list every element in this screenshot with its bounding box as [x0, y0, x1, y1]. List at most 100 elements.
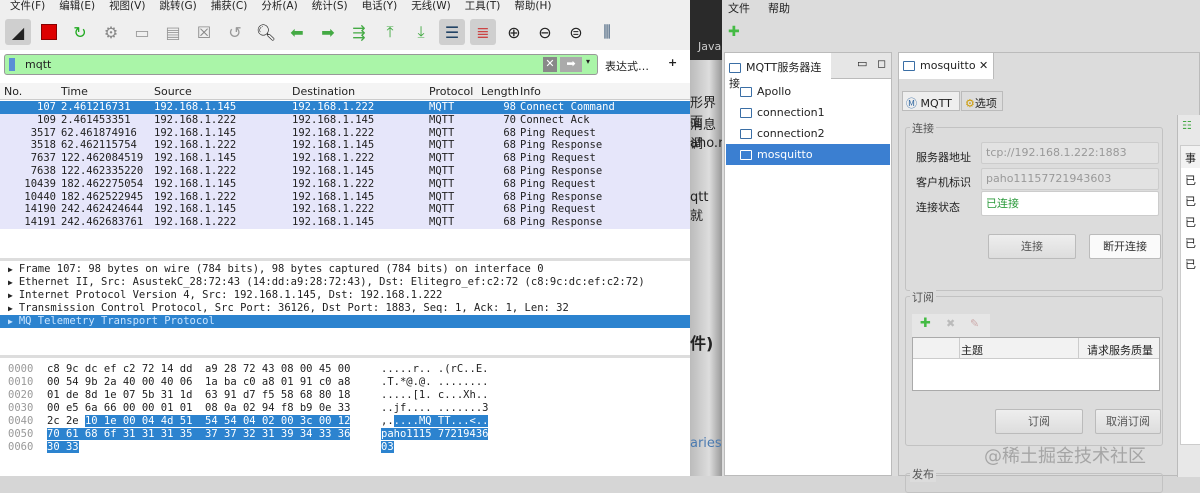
menu-item[interactable]: 无线(W): [411, 0, 451, 14]
packet-row[interactable]: 10439 182.462275054 192.168.1.145 192.168.1…: [0, 177, 690, 191]
detail-row[interactable]: ▶ Ethernet II, Src: AsustekC_28:72:43 (14…: [0, 276, 690, 289]
stop-capture-icon[interactable]: [36, 19, 62, 45]
hex-bytes[interactable]: 00 54 9b 2a 40 00 40 06 1a ba c0 a8 01 9…: [47, 376, 350, 389]
menu-item[interactable]: 编辑(E): [59, 0, 95, 14]
hex-bytes[interactable]: c8 9c dc ef c2 72 14 dd a9 28 72 43 08 0…: [47, 363, 350, 376]
column-header[interactable]: No.: [4, 85, 22, 98]
pane-splitter[interactable]: [0, 258, 690, 261]
autoscroll-icon[interactable]: ☰: [439, 19, 465, 45]
hex-bytes[interactable]: 70 61 68 6f 31 31 31 35 37 37 32 31 39 3…: [47, 428, 351, 441]
expand-arrow-icon[interactable]: ▶: [8, 291, 13, 300]
packet-row[interactable]: 107 2.461216731 192.168.1.145 192.168.1.222…: [0, 101, 690, 114]
connections-view-tab[interactable]: MQTT服务器连接: [725, 53, 831, 90]
connection-item[interactable]: connection2: [726, 123, 890, 144]
column-header[interactable]: Length: [481, 85, 519, 98]
packet-row[interactable]: 10440 182.462522945 192.168.1.222 192.168.1…: [0, 190, 690, 204]
expand-arrow-icon[interactable]: ▶: [8, 265, 13, 274]
disconnect-button[interactable]: 断开连接: [1089, 234, 1161, 259]
connection-item[interactable]: Apollo: [726, 81, 890, 102]
column-topic[interactable]: 主题: [961, 342, 983, 358]
go-to-packet-icon[interactable]: ⇶: [346, 19, 372, 45]
subscribe-button[interactable]: 订阅: [995, 409, 1083, 434]
remove-subscription-icon[interactable]: ✖: [946, 317, 955, 330]
column-header[interactable]: Destination: [292, 85, 355, 98]
expand-arrow-icon[interactable]: ▶: [8, 317, 13, 326]
go-forward-icon[interactable]: ➡: [315, 19, 341, 45]
first-packet-icon[interactable]: ⤒: [377, 19, 403, 45]
client-id-field[interactable]: paho11157721943603: [981, 168, 1159, 190]
filter-dropdown-icon[interactable]: ▾: [586, 57, 590, 66]
close-tab-icon[interactable]: ✕: [979, 59, 988, 72]
unsubscribe-button[interactable]: 取消订阅: [1095, 409, 1161, 434]
pane-splitter[interactable]: [0, 355, 690, 358]
hex-ascii[interactable]: .....[1. c...Xh..: [381, 389, 488, 402]
zoom-out-icon[interactable]: ⊖: [532, 19, 558, 45]
detail-row[interactable]: ▶ MQ Telemetry Transport Protocol: [0, 315, 690, 328]
reload-file-icon[interactable]: ↺: [222, 19, 248, 45]
subtab-options[interactable]: ⚙选项: [961, 91, 1003, 111]
menu-item[interactable]: 文件: [728, 0, 750, 16]
add-subscription-icon[interactable]: ✚: [920, 316, 931, 331]
column-header[interactable]: Info: [520, 85, 541, 98]
connection-item[interactable]: connection1: [726, 102, 890, 123]
packet-row[interactable]: 109 2.461453351 192.168.1.222 192.168.1.145…: [0, 113, 690, 127]
column-header[interactable]: Time: [61, 85, 88, 98]
clear-icon[interactable]: ✎: [970, 317, 979, 330]
colorize-icon[interactable]: ≣: [470, 19, 496, 45]
hex-bytes[interactable]: 00 e5 6a 66 00 00 01 01 08 0a 02 94 f8 b…: [47, 402, 350, 415]
column-qos[interactable]: 请求服务质量: [1087, 342, 1153, 358]
add-filter-button[interactable]: +: [668, 56, 677, 69]
hex-ascii[interactable]: .T.*@.@. ........: [381, 376, 488, 389]
menu-item[interactable]: 捕获(C): [211, 0, 248, 14]
side-header[interactable]: 事: [1181, 146, 1200, 168]
hex-ascii[interactable]: .....r.. .(rC..E.: [381, 363, 488, 376]
menu-item[interactable]: 分析(A): [261, 0, 297, 14]
minimize-icon[interactable]: ▭: [857, 57, 867, 70]
hex-ascii[interactable]: ,.....MQ TT...<..: [381, 415, 489, 428]
connect-button[interactable]: 连接: [988, 234, 1076, 259]
menu-item[interactable]: 电话(Y): [362, 0, 398, 14]
detail-row[interactable]: ▶ Internet Protocol Version 4, Src: 192.1…: [0, 289, 690, 302]
packet-row[interactable]: 7638 122.462335220 192.168.1.222 192.168.1.…: [0, 165, 690, 178]
clear-filter-icon[interactable]: ✕: [543, 57, 557, 72]
tab-mosquitto[interactable]: mosquitto ✕: [899, 53, 994, 79]
apply-filter-icon[interactable]: ➡: [560, 57, 582, 72]
expand-arrow-icon[interactable]: ▶: [8, 304, 13, 313]
packet-row[interactable]: 3517 62.461874916 192.168.1.145 192.168.1.2…: [0, 126, 690, 140]
menu-item[interactable]: 统计(S): [312, 0, 348, 14]
packet-row[interactable]: 14191 242.462683761 192.168.1.222 192.168.1…: [0, 216, 690, 229]
save-file-icon[interactable]: ▤: [160, 19, 186, 45]
hex-bytes[interactable]: 30 33: [47, 441, 79, 454]
column-header[interactable]: Source: [154, 85, 192, 98]
shark-fin-start-icon[interactable]: ◢: [5, 19, 31, 45]
maximize-icon[interactable]: ◻: [877, 57, 886, 70]
hex-bytes[interactable]: 01 de 8d 1e 07 5b 31 1d 63 91 d7 f5 58 6…: [47, 389, 350, 402]
column-header[interactable]: Protocol: [429, 85, 473, 98]
packet-row[interactable]: 3518 62.462115754 192.168.1.222 192.168.1.1…: [0, 139, 690, 153]
find-packet-icon[interactable]: 🔍︎: [253, 19, 279, 45]
last-packet-icon[interactable]: ⤓: [408, 19, 434, 45]
capture-options-icon[interactable]: ⚙: [98, 19, 124, 45]
hex-ascii[interactable]: paho1115 77219436: [381, 428, 489, 441]
detail-row[interactable]: ▶ Frame 107: 98 bytes on wire (784 bits),…: [0, 263, 690, 276]
close-file-icon[interactable]: ☒: [191, 19, 217, 45]
menu-item[interactable]: 跳转(G): [159, 0, 196, 14]
hex-ascii[interactable]: 03: [381, 441, 394, 454]
expression-button[interactable]: 表达式…: [605, 58, 649, 74]
detail-row[interactable]: ▶ Transmission Control Protocol, Src Port…: [0, 302, 690, 315]
go-back-icon[interactable]: ⬅: [284, 19, 310, 45]
connection-item[interactable]: mosquitto: [726, 144, 890, 165]
packet-row[interactable]: 14190 242.462424644 192.168.1.145 192.168.1…: [0, 203, 690, 217]
menu-item[interactable]: 帮助: [768, 0, 790, 16]
menu-item[interactable]: 视图(V): [109, 0, 145, 14]
bookmark-icon[interactable]: [9, 58, 15, 71]
restart-capture-icon[interactable]: ↻: [67, 19, 93, 45]
menu-item[interactable]: 文件(F): [10, 0, 45, 14]
zoom-in-icon[interactable]: ⊕: [501, 19, 527, 45]
filter-text[interactable]: mqtt: [25, 58, 51, 71]
menu-item[interactable]: 工具(T): [465, 0, 501, 14]
add-connection-icon[interactable]: ✚: [728, 24, 740, 40]
display-filter-input[interactable]: mqtt ✕ ➡ ▾: [4, 54, 598, 75]
resize-columns-icon[interactable]: ⫼: [594, 19, 620, 45]
expand-arrow-icon[interactable]: ▶: [8, 278, 13, 287]
